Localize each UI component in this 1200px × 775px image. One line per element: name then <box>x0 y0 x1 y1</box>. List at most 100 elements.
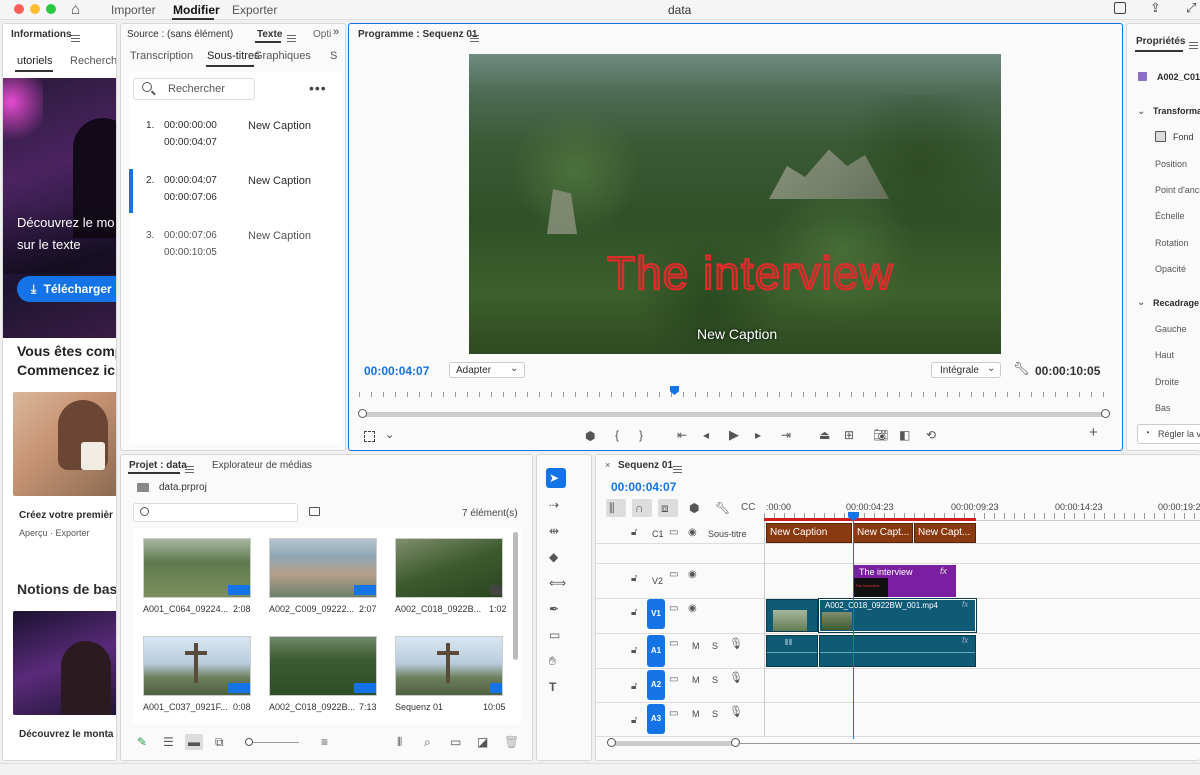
solo-button[interactable]: S <box>712 675 718 685</box>
toggle-output-icon[interactable]: ▭ <box>669 707 678 721</box>
toggle-output-icon[interactable]: ▭ <box>669 602 678 616</box>
section-crop[interactable]: Recadrage <box>1153 298 1199 308</box>
media-name[interactable]: A001_C037_0921F... <box>143 702 228 712</box>
zoom-handle-left[interactable] <box>358 409 367 418</box>
program-monitor-title[interactable]: Programme : Sequenz 01 <box>358 29 477 40</box>
tab-search[interactable]: Recherche <box>70 55 116 67</box>
chevron-down-icon[interactable]: ⌄ <box>1137 106 1145 117</box>
share-icon[interactable]: ⇪ <box>1150 0 1161 16</box>
chevron-down-icon[interactable]: ⌄ <box>1137 297 1145 308</box>
microphone-icon[interactable]: 🎙︎ <box>729 637 743 651</box>
tab-s[interactable]: S <box>330 50 337 62</box>
tab-properties[interactable]: Propriétés <box>1136 36 1185 47</box>
tab-options[interactable]: Opti <box>313 29 331 40</box>
ripple-edit-tool-icon[interactable]: ⇹ <box>549 524 559 538</box>
safe-margins-icon[interactable] <box>364 431 375 442</box>
video-frame[interactable]: The interview New Caption <box>469 54 1001 354</box>
media-name[interactable]: A002_C018_0922B... <box>269 702 355 712</box>
tab-subtitles[interactable]: Sous-titres <box>207 50 260 62</box>
add-marker-icon[interactable]: ⬢ <box>689 501 699 515</box>
zoom-scrollbar[interactable] <box>358 409 1110 418</box>
extract-icon[interactable]: ⊞ <box>844 428 854 442</box>
lock-icon[interactable]: 🔓︎ <box>631 714 637 728</box>
caption-clip[interactable]: New Capt... <box>853 523 913 543</box>
chevron-down-icon[interactable]: ⌄ <box>385 428 394 441</box>
overflow-tabs-icon[interactable]: » <box>333 26 339 38</box>
close-window-button[interactable] <box>14 4 24 14</box>
play-icon[interactable]: ▶ <box>729 428 739 442</box>
zoom-slider[interactable] <box>247 742 299 743</box>
prop-position[interactable]: Position <box>1155 159 1187 169</box>
eye-icon[interactable]: ◉ <box>688 602 697 616</box>
tutorial-card-1-image[interactable] <box>13 392 116 496</box>
track-select-tool-icon[interactable]: ⇢ <box>549 498 559 512</box>
media-name[interactable]: A002_C018_0922B... <box>395 604 481 614</box>
solo-button[interactable]: S <box>712 641 718 651</box>
track-a1-source-patch[interactable]: A1 <box>647 635 665 667</box>
zoom-handle-right[interactable] <box>1101 409 1110 418</box>
video-clip[interactable] <box>766 599 818 632</box>
prop-crop-right[interactable]: Droite <box>1155 377 1179 387</box>
new-bin-icon[interactable] <box>309 507 320 516</box>
scroll-handle-left[interactable] <box>607 738 616 747</box>
program-timecode-current[interactable]: 00:00:04:07 <box>364 364 429 378</box>
lift-icon[interactable]: ⏏ <box>819 428 830 442</box>
mute-button[interactable]: M <box>692 675 700 685</box>
type-tool-icon[interactable]: T <box>549 680 556 694</box>
media-name[interactable]: A001_C064_09224... <box>143 604 228 614</box>
adjust-button[interactable]: ◔ Régler la v <box>1137 424 1200 444</box>
timeline-ruler[interactable]: :00:00 00:00:04:23 00:00:09:23 00:00:14:… <box>764 499 1200 521</box>
sequence-tab[interactable]: Sequenz 01 <box>618 460 673 471</box>
hand-tool-icon[interactable]: ✋︎ <box>549 654 556 668</box>
zoom-slider-handle[interactable] <box>245 738 253 746</box>
mute-button[interactable]: M <box>692 641 700 651</box>
more-options-icon[interactable]: ••• <box>309 80 327 96</box>
go-to-in-icon[interactable]: ⇤ <box>677 428 687 442</box>
panel-menu-icon[interactable] <box>1189 41 1198 49</box>
prop-scale[interactable]: Échelle <box>1155 211 1185 221</box>
panel-menu-icon[interactable] <box>287 34 296 42</box>
minimize-window-button[interactable] <box>30 4 40 14</box>
panel-menu-icon[interactable] <box>71 34 80 42</box>
solo-button[interactable]: S <box>712 709 718 719</box>
microphone-icon[interactable]: 🎙︎ <box>729 671 743 685</box>
tab-texte[interactable]: Texte <box>257 29 282 40</box>
automate-sequence-icon[interactable]: ⦀ <box>397 735 402 749</box>
mark-out-icon[interactable]: } <box>639 428 643 442</box>
caption-text[interactable]: New Caption <box>248 175 311 187</box>
timeline-scrollbar[interactable] <box>607 738 740 747</box>
lock-icon[interactable]: 🔓︎ <box>631 606 637 620</box>
tab-transcription[interactable]: Transcription <box>130 50 193 62</box>
prop-fill[interactable]: Fond <box>1173 132 1194 142</box>
list-view-icon[interactable]: ☰ <box>163 735 174 749</box>
tab-project[interactable]: Projet : data <box>129 460 187 471</box>
mark-in-icon[interactable]: { <box>615 428 619 442</box>
panel-menu-icon[interactable] <box>470 34 479 42</box>
lock-icon[interactable]: 🔓︎ <box>631 644 637 658</box>
timeline-timecode[interactable]: 00:00:04:07 <box>611 480 676 494</box>
media-thumbnail[interactable] <box>395 636 503 696</box>
step-forward-icon[interactable]: ▸ <box>755 428 761 442</box>
find-icon[interactable]: ⌕ <box>424 735 431 749</box>
tab-media-browser[interactable]: Explorateur de médias <box>212 460 312 471</box>
caption-row[interactable]: 3. 00:00:07:06 00:00:10:05 New Caption <box>129 222 341 274</box>
home-icon[interactable]: ⌂ <box>71 1 80 18</box>
timeline-settings-wrench-icon[interactable]: 🔧︎ <box>715 501 730 515</box>
prop-crop-bottom[interactable]: Bas <box>1155 403 1171 413</box>
pencil-icon[interactable]: ✎ <box>137 735 147 749</box>
media-thumbnail[interactable] <box>143 538 251 598</box>
step-back-icon[interactable]: ◂ <box>703 428 709 442</box>
tutorial-card-2-image[interactable] <box>13 611 116 715</box>
proxy-toggle-icon[interactable]: ⟲ <box>926 428 936 442</box>
nav-export[interactable]: Exporter <box>232 3 277 17</box>
prop-crop-left[interactable]: Gauche <box>1155 324 1187 334</box>
slip-tool-icon[interactable]: ⟺ <box>549 576 566 590</box>
tutorial-card-2-title[interactable]: Découvrez le monta <box>19 729 113 740</box>
lock-icon[interactable]: 🔓︎ <box>631 572 637 586</box>
media-name[interactable]: A002_C009_09222... <box>269 604 354 614</box>
comparison-view-icon[interactable]: ◧ <box>899 428 910 442</box>
lock-icon[interactable]: 🔓︎ <box>631 526 637 540</box>
pen-tool-icon[interactable]: ✒ <box>549 602 559 616</box>
settings-wrench-icon[interactable]: 🔧︎ <box>1013 361 1030 377</box>
captions-toggle-icon[interactable]: CC <box>741 501 755 515</box>
